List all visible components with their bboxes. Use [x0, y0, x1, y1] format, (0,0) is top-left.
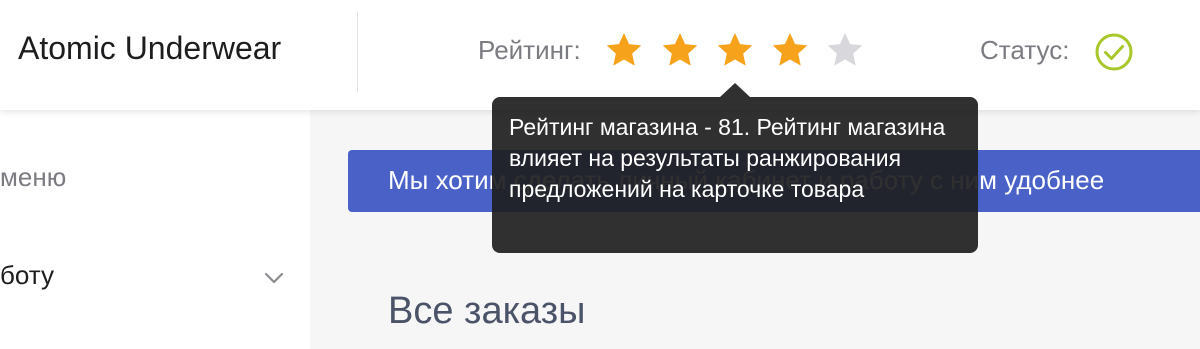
star-icon	[827, 33, 863, 66]
star-icon	[662, 33, 698, 66]
sidebar-item-work[interactable]: боту	[0, 260, 310, 300]
shop-name[interactable]: Atomic Underwear	[18, 30, 281, 67]
status-label: Статус:	[980, 35, 1070, 65]
tooltip-arrow	[720, 83, 750, 97]
tooltip-text: Рейтинг магазина - 81. Рейтинг магазина …	[509, 114, 946, 202]
page-title: Все заказы	[388, 290, 586, 332]
check-circle-icon	[1095, 33, 1133, 71]
star-icon	[772, 33, 808, 66]
sidebar: меню боту	[0, 110, 310, 349]
sidebar-item-label: меню	[0, 162, 67, 192]
rating-tooltip: Рейтинг магазина - 81. Рейтинг магазина …	[492, 97, 978, 253]
rating-label: Рейтинг:	[478, 35, 581, 65]
header-divider	[357, 12, 358, 92]
chevron-down-icon[interactable]	[262, 266, 286, 290]
top-header: Atomic Underwear Рейтинг: Статус:	[0, 0, 1200, 110]
star-icon	[606, 33, 642, 66]
sidebar-item-label: боту	[0, 260, 54, 290]
star-icon	[717, 33, 753, 66]
sidebar-item-menu[interactable]: меню	[0, 162, 310, 202]
